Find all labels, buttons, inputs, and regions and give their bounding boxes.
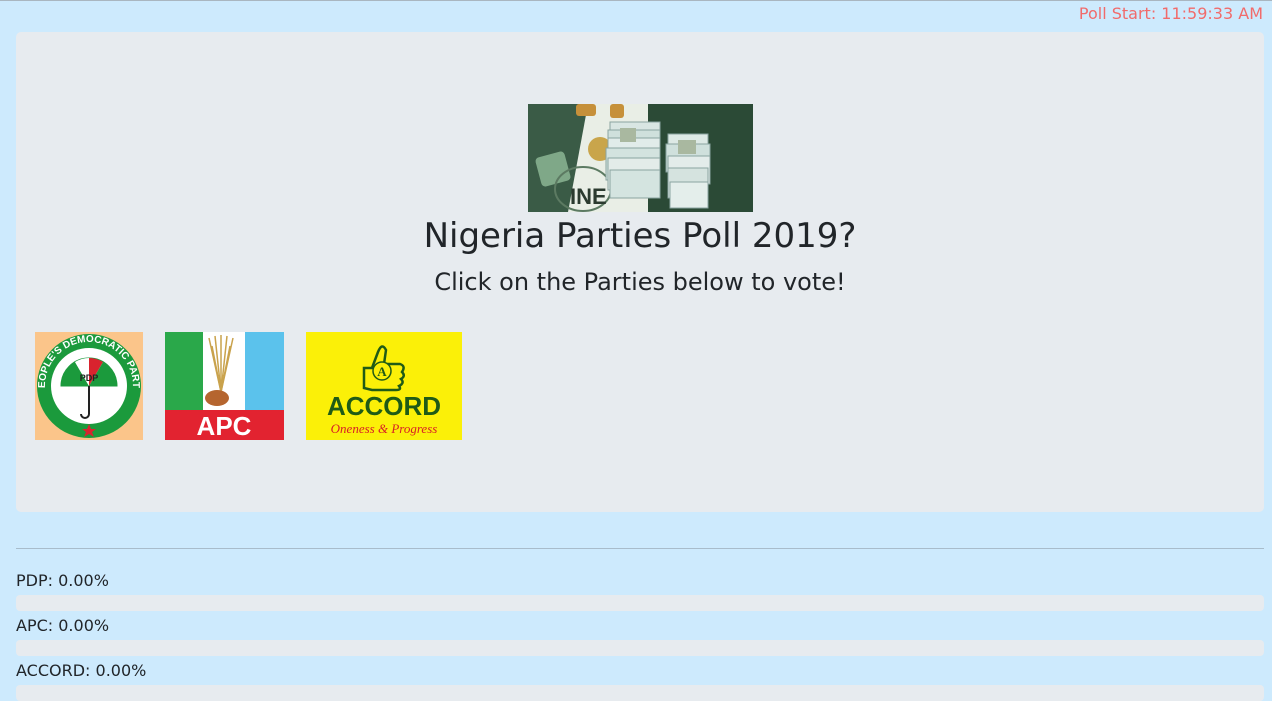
- progress-bar-apc: [16, 640, 1264, 656]
- svg-text:APC: APC: [197, 411, 252, 440]
- poll-start-time: Poll Start: 11:59:33 AM: [1078, 4, 1263, 23]
- poll-panel: INE Nigeria Parties Poll 2019? Click on …: [16, 32, 1264, 512]
- progress-bar-pdp: [16, 595, 1264, 611]
- svg-text:Oneness & Progress: Oneness & Progress: [331, 421, 438, 436]
- results-divider: [16, 548, 1264, 549]
- vote-accord-logo[interactable]: A ACCORD Oneness & Progress: [306, 332, 462, 440]
- vote-pdp-logo[interactable]: PEOPLE'S DEMOCRATIC PARTY PDP: [35, 332, 143, 440]
- svg-text:INE: INE: [570, 184, 607, 209]
- progress-bar-accord: [16, 685, 1264, 701]
- svg-text:A: A: [377, 364, 387, 379]
- voter-cards-image: INE: [528, 104, 753, 212]
- vote-apc-logo[interactable]: APC: [165, 332, 284, 440]
- result-label-apc: APC: 0.00%: [16, 616, 110, 635]
- result-label-accord: ACCORD: 0.00%: [16, 661, 147, 680]
- poll-title: Nigeria Parties Poll 2019?: [423, 216, 857, 256]
- svg-text:ACCORD: ACCORD: [327, 391, 441, 421]
- result-label-pdp: PDP: 0.00%: [16, 571, 109, 590]
- poll-subtitle: Click on the Parties below to vote!: [434, 268, 846, 296]
- svg-text:PDP: PDP: [80, 373, 99, 383]
